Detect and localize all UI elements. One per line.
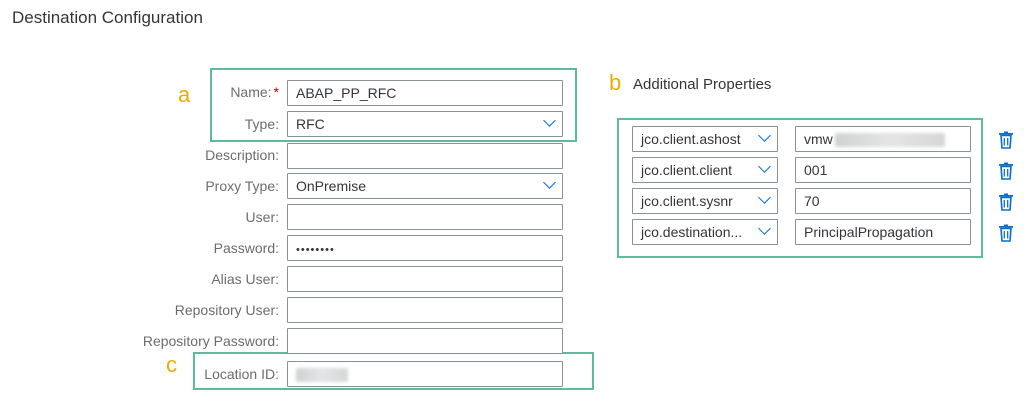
alias-user-input[interactable] <box>287 266 563 292</box>
chevron-down-icon <box>758 222 771 235</box>
repository-password-input[interactable] <box>287 328 563 354</box>
type-label: Type: <box>244 116 279 132</box>
name-input[interactable]: ABAP_PP_RFC <box>287 80 563 106</box>
chevron-down-icon <box>758 160 771 173</box>
trash-icon[interactable] <box>998 162 1014 180</box>
password-input[interactable]: •••••••• <box>287 235 563 261</box>
location-id-label: Location ID: <box>204 366 279 382</box>
property-value-input[interactable]: PrincipalPropagation <box>795 219 971 245</box>
property-key-select[interactable]: jco.client.sysnr <box>632 188 778 214</box>
property-key-select[interactable]: jco.client.ashost <box>632 126 778 152</box>
chevron-down-icon <box>543 176 556 189</box>
additional-properties-title: Additional Properties <box>633 76 772 93</box>
user-input[interactable] <box>287 204 563 230</box>
property-key-select[interactable]: jco.client.client <box>632 157 778 183</box>
chevron-down-icon <box>543 114 556 127</box>
redacted-value <box>834 133 945 148</box>
description-input[interactable] <box>287 143 563 169</box>
redacted-value <box>296 368 348 383</box>
name-label: Name: * <box>230 84 279 100</box>
repository-user-label: Repository User: <box>174 302 279 318</box>
proxy-type-label: Proxy Type: <box>205 178 279 194</box>
required-mark: * <box>273 84 279 100</box>
repository-user-input[interactable] <box>287 297 563 323</box>
user-label: User: <box>245 209 279 225</box>
annotation-marker-b: b <box>609 70 622 95</box>
property-value-input[interactable]: 001 <box>795 157 971 183</box>
repository-password-label: Repository Password: <box>142 333 279 349</box>
property-value-input[interactable]: vmw <box>795 126 971 152</box>
property-key-select[interactable]: jco.destination... <box>632 219 778 245</box>
trash-icon[interactable] <box>998 224 1014 242</box>
alias-user-label: Alias User: <box>211 271 279 287</box>
chevron-down-icon <box>758 191 771 204</box>
trash-icon[interactable] <box>998 131 1014 149</box>
proxy-type-select[interactable]: OnPremise <box>287 173 563 199</box>
page-title: Destination Configuration <box>12 8 203 27</box>
description-label: Description: <box>205 147 279 163</box>
password-label: Password: <box>213 240 279 256</box>
location-id-input[interactable] <box>287 361 563 387</box>
trash-icon[interactable] <box>998 193 1014 211</box>
chevron-down-icon <box>758 129 771 142</box>
property-value-input[interactable]: 70 <box>795 188 971 214</box>
type-select[interactable]: RFC <box>287 111 563 137</box>
